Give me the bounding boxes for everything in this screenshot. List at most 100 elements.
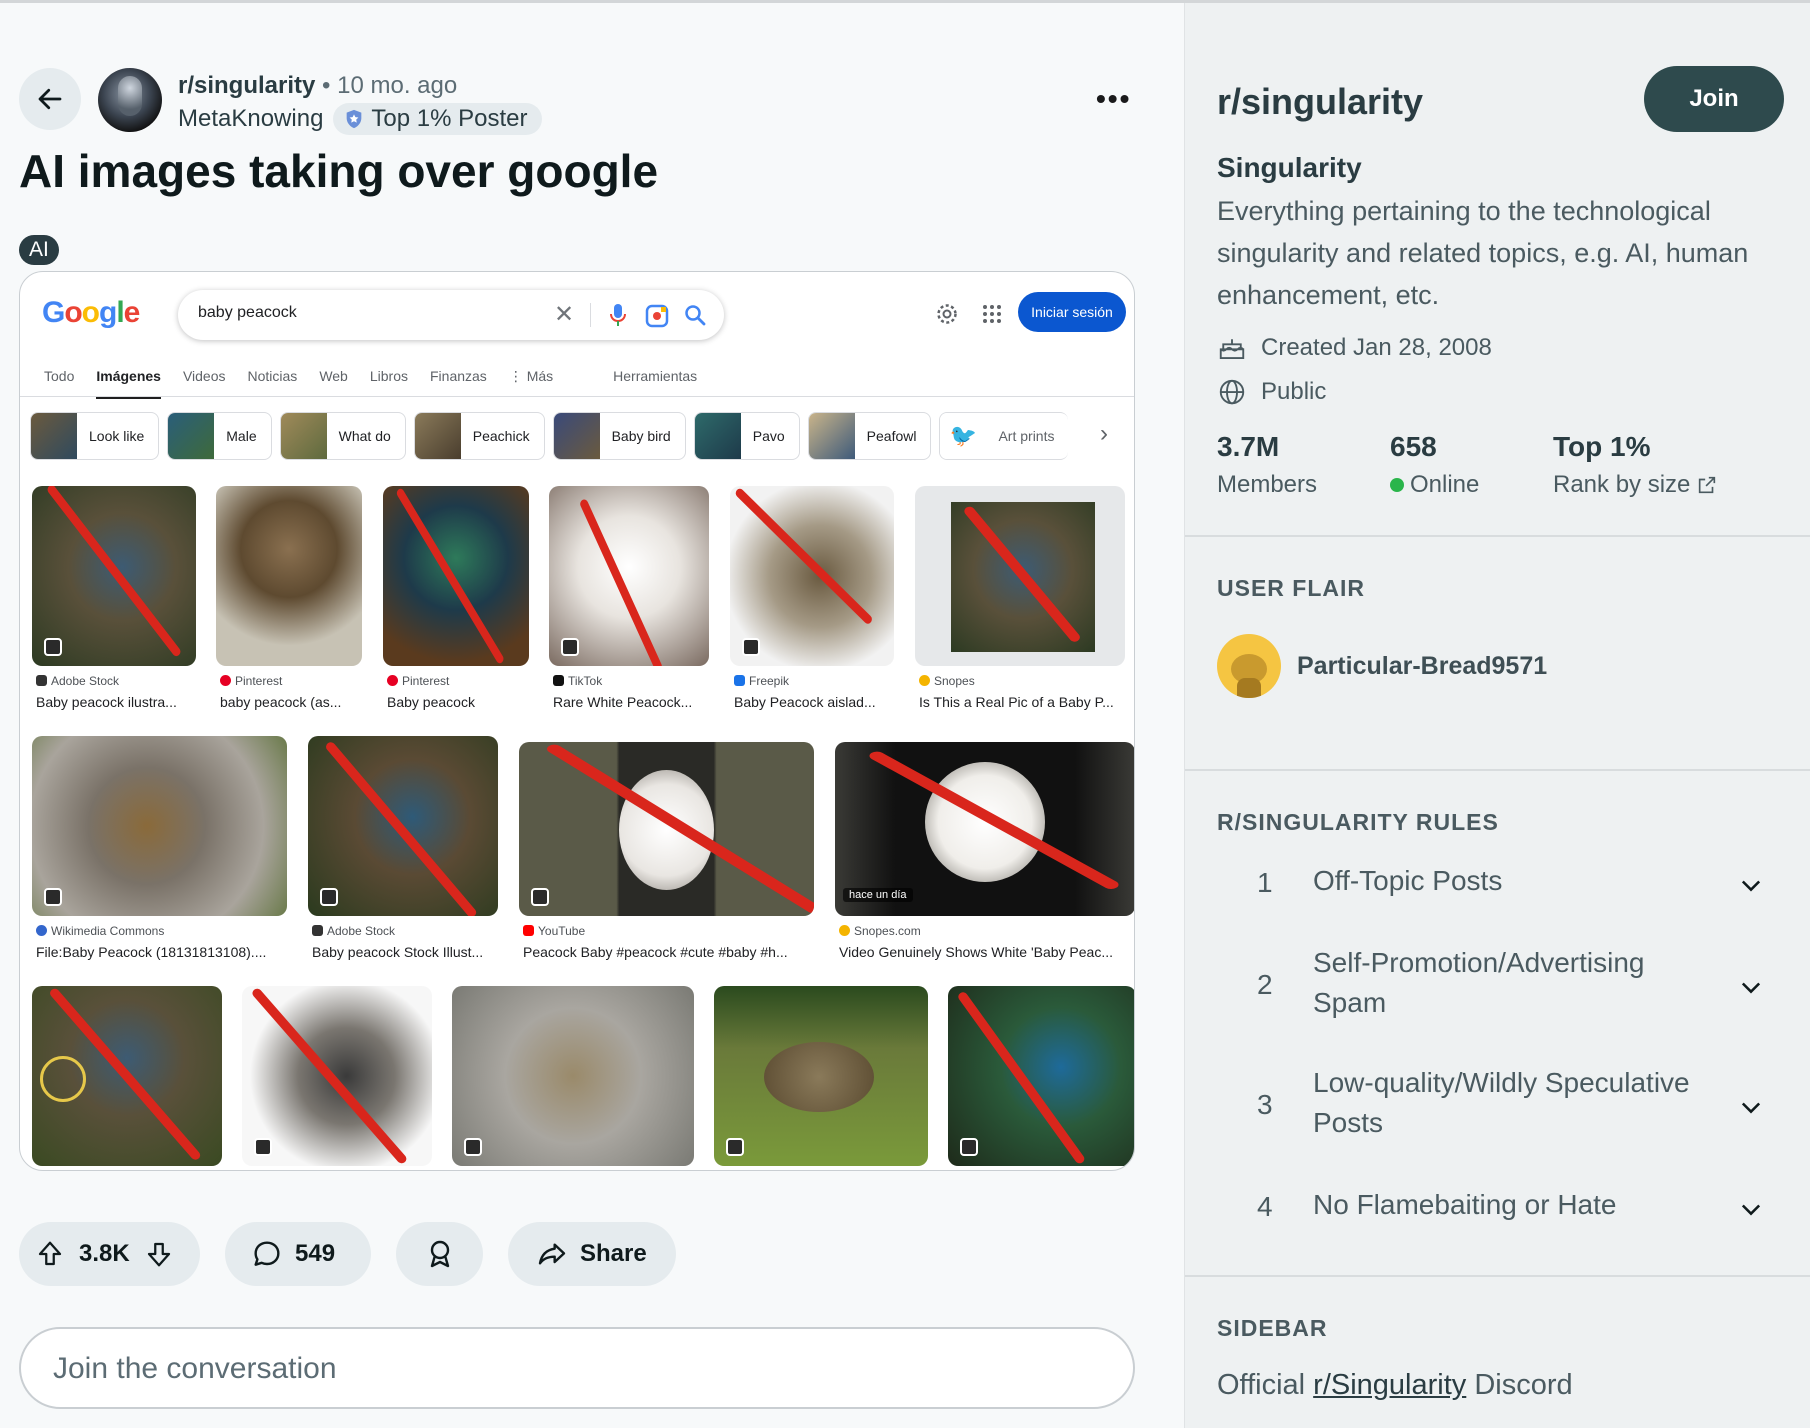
image-tile [915,486,1125,666]
image-tile [383,486,529,666]
share-button[interactable]: Share [508,1222,676,1286]
author-flair-text: Top 1% Poster [371,105,528,132]
comment-icon [254,1241,280,1266]
join-button[interactable]: Join [1644,66,1784,132]
result-source: Snopes.com [839,924,921,938]
rule-item[interactable]: 2 Self-Promotion/Advertising Spam [1185,943,1810,1043]
google-tab-news: Noticias [247,368,298,384]
google-tab-more: ⋮ Más [508,368,554,384]
image-tile: hace un día [835,742,1134,916]
image-icon [742,638,760,656]
comment-input[interactable] [53,1349,1053,1389]
google-chip: Peafowl [807,412,932,460]
more-options-button[interactable]: ••• [1096,83,1131,115]
comment-input-box[interactable] [19,1327,1135,1409]
visibility-label: Public [1261,378,1327,405]
google-chip: Peachick [413,412,545,460]
result-title: Is This a Real Pic of a Baby P... [919,694,1114,710]
comment-count: 549 [295,1240,336,1267]
result-source: TikTok [553,674,602,688]
share-icon [538,1243,566,1265]
post-age: 10 mo. ago [337,72,458,99]
result-title: File:Baby Peacock (18131813108).... [36,944,267,960]
google-logo: Google [42,296,140,329]
stat-online: 658 Online [1390,431,1479,499]
google-tab-images: Imágenes [96,368,161,399]
comments-button[interactable]: 549 [225,1222,371,1286]
vote-bar: 3.8K [19,1222,200,1286]
result-source: Adobe Stock [36,674,119,688]
meta-separator: • [322,72,331,99]
google-query: baby peacock [198,304,297,321]
post-meta-line: r/singularity • 10 mo. ago [178,71,457,101]
red-cross-mark [869,751,1119,890]
image-tile [714,986,928,1166]
section-divider [1185,1275,1810,1277]
image-tile [32,986,222,1166]
google-tabs: Todo Imágenes Videos Noticias Web Libros… [44,368,719,399]
image-icon [44,638,62,656]
subreddit-link[interactable]: r/singularity [178,72,315,99]
author-link[interactable]: MetaKnowing [178,104,323,134]
award-button[interactable] [396,1222,483,1286]
bird-shape [764,1042,874,1112]
author-line: MetaKnowing Top 1% Poster [178,103,542,135]
discord-line: Official r/Singularity Discord [1217,1369,1573,1402]
sidebar-subreddit-title[interactable]: r/singularity [1217,81,1423,123]
post-image[interactable]: Google baby peacock ✕ Iniciar sesión Tod… [19,271,1135,1171]
google-search-box: baby peacock ✕ [178,290,724,340]
post-title: AI images taking over google [19,145,659,197]
result-title: Baby peacock Stock Illust... [312,944,484,960]
result-source: Adobe Stock [312,924,395,938]
back-button[interactable] [19,68,81,130]
flair-username[interactable]: Particular-Bread9571 [1297,652,1547,681]
stat-label: Online [1390,471,1479,499]
result-title: baby peacock (as... [220,694,342,710]
user-flair-heading: USER FLAIR [1217,575,1365,601]
google-signin-button: Iniciar sesión [1018,292,1126,332]
chevron-down-icon [1741,1204,1761,1216]
rule-item[interactable]: 4 No Flamebaiting or Hate [1185,1185,1810,1249]
search-icon [685,305,706,326]
created-row: Created Jan 28, 2008 [1217,333,1492,363]
google-chip: Pavo [693,412,800,460]
rule-text: Off-Topic Posts [1313,865,1503,896]
visibility-row: Public [1217,377,1326,407]
upvote-icon[interactable] [35,1239,65,1269]
result-title: Rare White Peacock... [553,694,693,710]
google-tab-videos: Videos [182,368,226,384]
chevron-down-icon [1741,982,1761,994]
rule-number: 3 [1257,1089,1273,1120]
community-description: Everything pertaining to the technologic… [1217,196,1749,310]
result-source: Snopes [919,674,975,688]
community-sidebar: r/singularity Join Singularity Everythin… [1184,3,1810,1428]
image-tile [519,742,814,916]
image-tile [308,736,498,916]
rule-text: No Flamebaiting or Hate [1313,1189,1617,1220]
google-chip: Look like [30,412,160,460]
google-tab-web: Web [319,368,348,384]
red-cross-mark [964,506,1080,642]
subreddit-avatar[interactable] [98,68,162,132]
discord-link[interactable]: r/Singularity [1313,1369,1466,1401]
apps-grid-icon [983,305,1001,323]
video-icon [561,638,579,656]
shield-icon [347,109,362,129]
google-tab-tools: Herramientas [613,368,698,384]
downvote-icon[interactable] [144,1239,174,1269]
post-flair-tag[interactable]: AI [19,235,59,265]
globe-icon [1219,379,1245,405]
highlight-circle [40,1056,86,1102]
rules-heading: R/SINGULARITY RULES [1217,809,1499,835]
google-tab-todo: Todo [44,368,75,384]
rule-item[interactable]: 1 Off-Topic Posts [1185,861,1810,925]
image-icon [254,1138,272,1156]
result-title: Video Genuinely Shows White 'Baby Peac..… [839,944,1114,960]
stat-value: 658 [1390,431,1437,462]
rule-item[interactable]: 3 Low-quality/Wildly Speculative Posts [1185,1063,1810,1163]
clear-icon: ✕ [554,301,575,328]
stat-rank[interactable]: Top 1% Rank by size [1553,431,1718,499]
author-flair-badge: Top 1% Poster [333,103,542,135]
share-label: Share [580,1240,647,1267]
created-date: Created Jan 28, 2008 [1261,334,1492,361]
